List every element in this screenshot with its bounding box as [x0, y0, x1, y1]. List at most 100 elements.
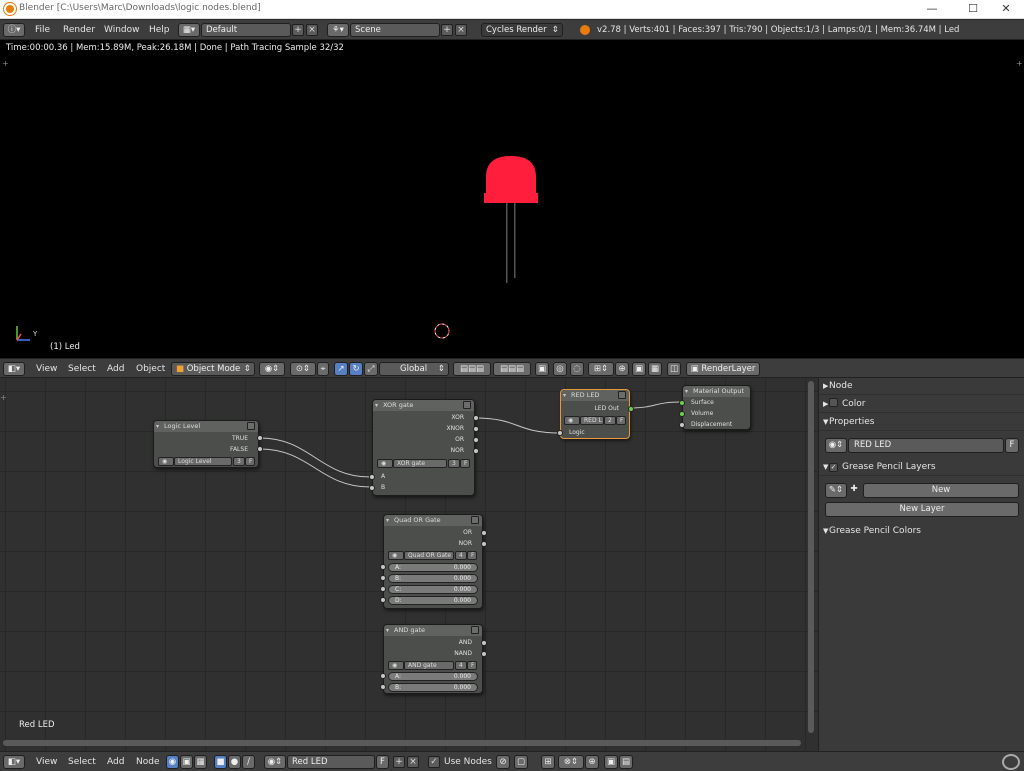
- users-count[interactable]: 4: [455, 551, 467, 560]
- render-layers-icon[interactable]: ◫: [667, 362, 681, 376]
- snap-element-icon[interactable]: ⊗⇕: [558, 755, 584, 769]
- input-socket[interactable]: [380, 564, 386, 570]
- output-socket[interactable]: [481, 530, 487, 536]
- editor-type-node-button[interactable]: ◧▾: [3, 755, 25, 769]
- add-icon[interactable]: ✚: [848, 483, 860, 498]
- input-b-field[interactable]: B: 0.000: [388, 574, 478, 583]
- users-count[interactable]: 2: [604, 416, 616, 425]
- material-name-field[interactable]: Red LED: [287, 755, 375, 769]
- input-c-field[interactable]: C: 0.000: [388, 585, 478, 594]
- render-engine-select[interactable]: Cycles Render ⇕: [481, 23, 563, 37]
- windows-power-icon[interactable]: [1002, 754, 1020, 770]
- output-socket[interactable]: [473, 426, 479, 432]
- material-browse-icon[interactable]: ◉⇕: [264, 755, 286, 769]
- editor-type-3dview-button[interactable]: ◧▾: [3, 362, 25, 376]
- input-socket[interactable]: [380, 575, 386, 581]
- menu-add[interactable]: Add: [107, 364, 124, 374]
- fake-user-button[interactable]: F: [376, 755, 389, 769]
- line-style-icon[interactable]: /: [242, 755, 255, 769]
- users-count[interactable]: 3: [448, 459, 460, 468]
- node-and-gate[interactable]: AND gate AND NAND ◉ AND gate 4 F A: 0.000…: [380, 624, 487, 694]
- output-socket[interactable]: [481, 651, 487, 657]
- vertical-scrollbar[interactable]: [808, 381, 814, 733]
- shader-nodes-icon[interactable]: ◉: [166, 755, 179, 769]
- proportional-edit-icon[interactable]: ◎: [553, 362, 567, 376]
- fake-user-button[interactable]: F: [467, 661, 477, 670]
- panel-properties-header[interactable]: ▼ Properties: [819, 414, 1024, 431]
- minimize-button[interactable]: —: [914, 0, 950, 19]
- new-grease-pencil-button[interactable]: New: [863, 483, 1019, 498]
- remove-material-icon[interactable]: ×: [407, 756, 419, 768]
- copy-icon[interactable]: ▣: [604, 755, 618, 769]
- node-header[interactable]: Material Output: [683, 386, 750, 397]
- node-xor-gate[interactable]: XOR gate XOR XNOR OR NOR ◉ XOR gate 3 F …: [369, 399, 479, 496]
- backdrop-icon[interactable]: ▢: [514, 755, 528, 769]
- snap-element-icon[interactable]: ⊞⇕: [588, 362, 614, 376]
- node-header[interactable]: Quad OR Gate: [384, 515, 482, 526]
- node-group-field[interactable]: RED L: [580, 416, 604, 425]
- node-header[interactable]: RED LED: [561, 390, 629, 401]
- add-scene-icon[interactable]: +: [441, 24, 453, 36]
- node-header[interactable]: Logic Level: [154, 421, 258, 432]
- paste-icon[interactable]: ▤: [619, 755, 633, 769]
- fake-user-button[interactable]: F: [616, 416, 626, 425]
- users-count[interactable]: 4: [455, 661, 467, 670]
- node-header[interactable]: AND gate: [384, 625, 482, 636]
- node-group-field[interactable]: AND gate: [404, 661, 454, 670]
- add-screen-icon[interactable]: +: [292, 24, 304, 36]
- grease-pencil-browse-icon[interactable]: ✎⇕: [825, 483, 847, 498]
- output-socket[interactable]: [481, 640, 487, 646]
- snap-target-icon[interactable]: ⊕: [585, 755, 599, 769]
- output-socket[interactable]: [473, 437, 479, 443]
- output-socket[interactable]: [473, 415, 479, 421]
- input-socket[interactable]: [557, 430, 563, 436]
- panel-grease-layers-header[interactable]: ▼ ✓ Grease Pencil Layers: [819, 459, 1024, 476]
- input-socket[interactable]: [380, 673, 386, 679]
- layers-grid-2[interactable]: ▤▤▤: [493, 362, 531, 376]
- node-logic-level[interactable]: Logic Level TRUE FALSE ◉ Logic Level 3 F: [153, 420, 263, 468]
- scale-manipulator-icon[interactable]: ⤢: [364, 362, 378, 376]
- menu-window[interactable]: Window: [104, 25, 140, 35]
- node-group-name-field[interactable]: RED LED: [848, 438, 1004, 453]
- editor-type-info-button[interactable]: ⓘ▾: [3, 23, 25, 37]
- world-shader-icon[interactable]: ●: [228, 755, 241, 769]
- menu-render[interactable]: Render: [63, 25, 95, 35]
- menu-object[interactable]: Object: [136, 364, 165, 374]
- node-group-field[interactable]: Quad OR Gate: [404, 551, 454, 560]
- node-group-field[interactable]: Logic Level: [174, 457, 232, 466]
- menu-node[interactable]: Node: [136, 757, 160, 767]
- input-a-field[interactable]: A: 0.000: [388, 672, 478, 681]
- 3d-viewport[interactable]: Time:00:00.36 | Mem:15.89M, Peak:26.18M …: [0, 40, 1024, 358]
- node-group-icon[interactable]: [471, 626, 479, 634]
- remove-screen-icon[interactable]: ×: [306, 24, 318, 36]
- node-material-output[interactable]: Material Output Surface Volume Displacem…: [679, 385, 751, 430]
- input-d-field[interactable]: D: 0.000: [388, 596, 478, 605]
- panel-node-header[interactable]: ▶ Node: [819, 378, 1024, 395]
- scene-field[interactable]: Scene: [350, 23, 440, 37]
- node-quad-or-gate[interactable]: Quad OR Gate OR NOR ◉ Quad OR Gate 4 F A…: [380, 514, 487, 609]
- node-tree-icon[interactable]: ◉: [564, 416, 580, 425]
- rotate-manipulator-icon[interactable]: ↻: [349, 362, 363, 376]
- snap-target-icon[interactable]: ⊕: [615, 362, 629, 376]
- node-tree-icon[interactable]: ◉: [388, 661, 404, 670]
- mode-select[interactable]: ■ Object Mode ⇕: [171, 362, 255, 376]
- node-tree-icon[interactable]: ◉: [377, 459, 393, 468]
- opengl-render-icon[interactable]: ▣: [632, 362, 646, 376]
- input-socket[interactable]: [679, 411, 685, 417]
- falloff-icon[interactable]: ◌: [570, 362, 584, 376]
- output-socket[interactable]: [628, 406, 634, 412]
- node-red-led[interactable]: RED LED LED Out ◉ RED L 2 F Logic: [557, 389, 634, 439]
- output-socket[interactable]: [257, 435, 263, 441]
- checkbox-icon[interactable]: [829, 398, 838, 407]
- menu-help[interactable]: Help: [149, 25, 170, 35]
- fake-user-button[interactable]: F: [1005, 438, 1019, 453]
- node-tree-icon[interactable]: ◉: [158, 457, 174, 466]
- close-window-button[interactable]: ✕: [988, 0, 1024, 19]
- fake-user-button[interactable]: F: [460, 459, 470, 468]
- input-socket[interactable]: [369, 485, 375, 491]
- input-socket[interactable]: [369, 474, 375, 480]
- scene-icon[interactable]: ⚘▾: [327, 23, 349, 37]
- input-socket[interactable]: [679, 400, 685, 406]
- lock-layers-icon[interactable]: ▣: [535, 362, 549, 376]
- translate-manipulator-icon[interactable]: ↗: [334, 362, 348, 376]
